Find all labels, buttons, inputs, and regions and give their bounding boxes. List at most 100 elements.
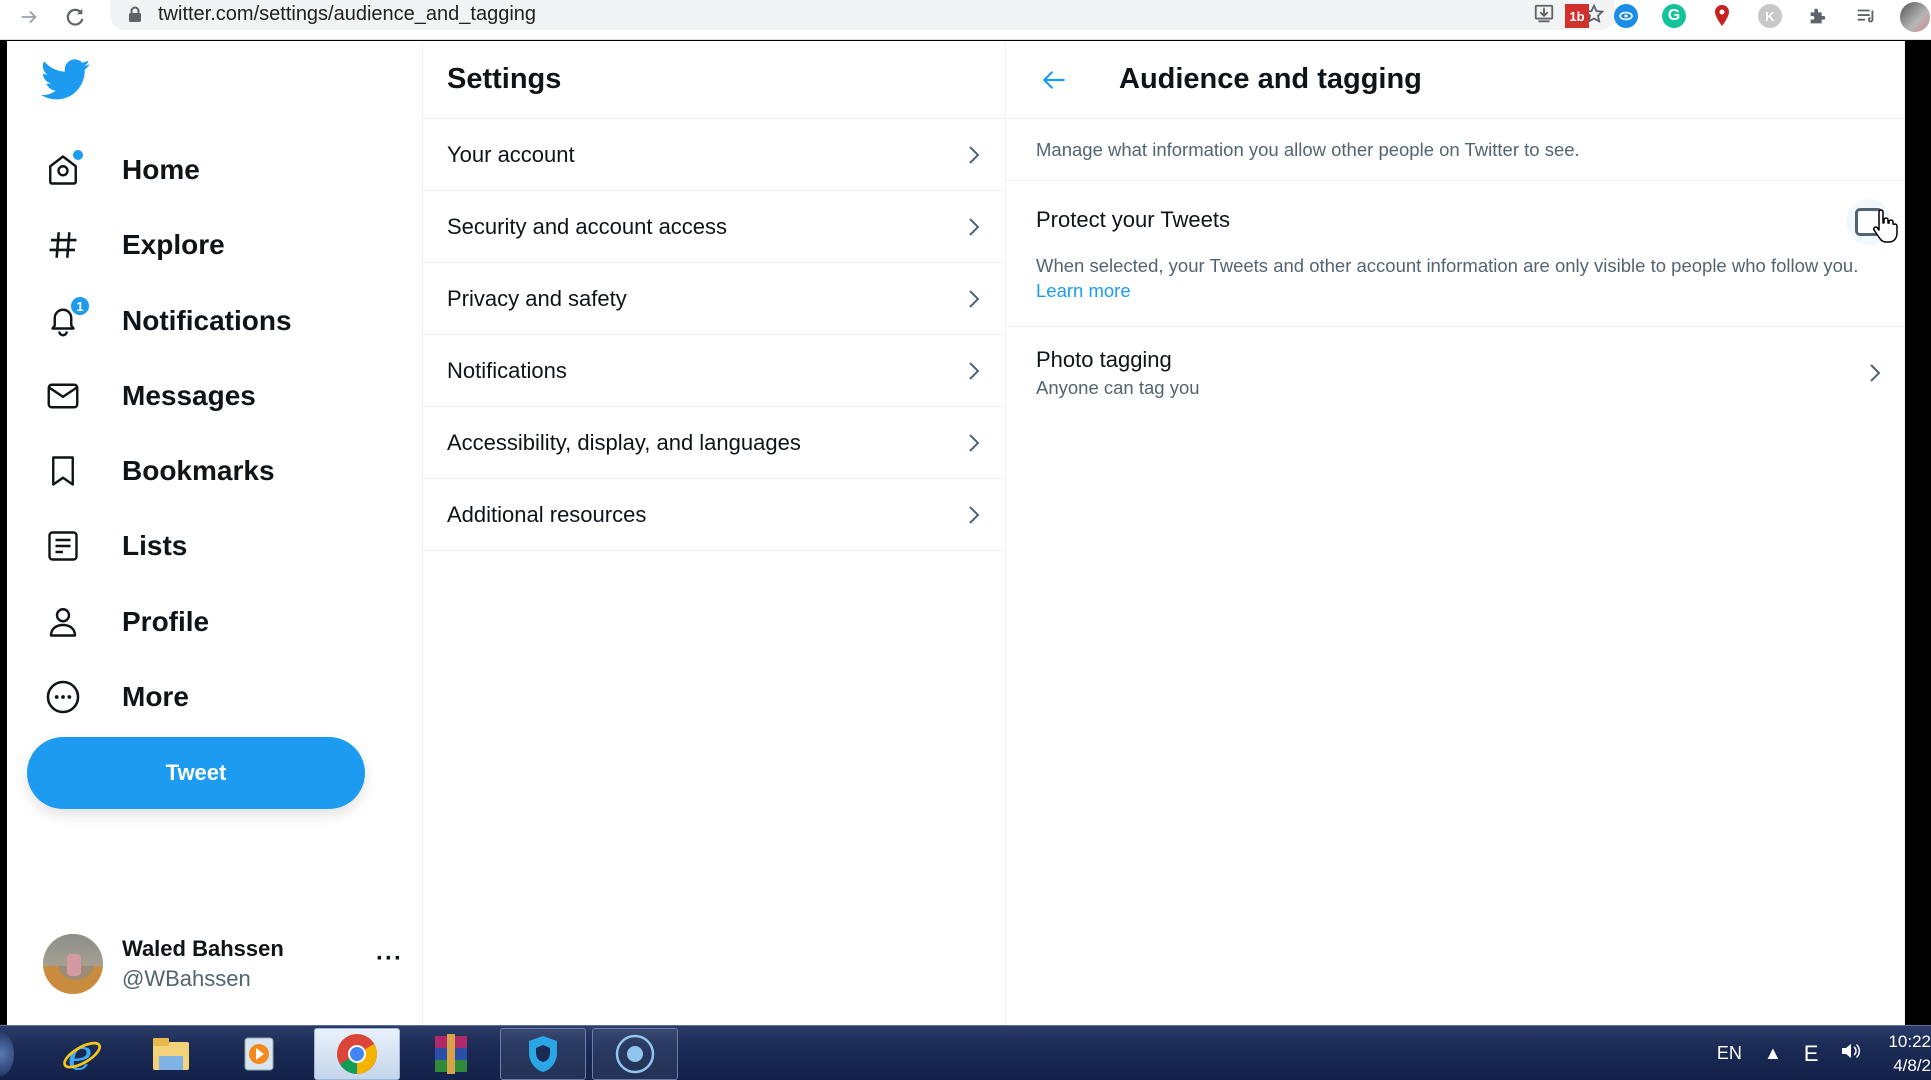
chevron-right-icon <box>969 145 980 164</box>
photo-tagging-title: Photo tagging <box>1036 347 1172 372</box>
settings-list: Your account Security and account access P… <box>423 119 1005 551</box>
grammarly-icon[interactable]: G <box>1662 4 1686 28</box>
primary-navigation: Home Explore 1 Notifications Messages Bo… <box>7 41 422 1025</box>
windows-taskbar: e EN ▲ E 10:22 4/8/2 <box>0 1025 1931 1080</box>
chevron-right-icon <box>1870 364 1881 382</box>
nav-more-label: More <box>122 681 189 712</box>
address-bar[interactable]: twitter.com/settings/audience_and_taggin… <box>110 0 1615 30</box>
page-title: Audience and tagging <box>1119 63 1422 95</box>
nav-profile[interactable]: Profile <box>41 592 209 652</box>
maps-pin-icon[interactable] <box>1710 4 1734 28</box>
chevron-right-icon <box>969 289 980 308</box>
settings-item-label: Security and account access <box>447 213 728 239</box>
back-button[interactable] <box>1034 60 1074 100</box>
clock-time: 10:22 <box>1888 1031 1931 1051</box>
twitter-logo-icon[interactable] <box>41 59 91 101</box>
profile-avatar-icon[interactable] <box>1900 2 1930 32</box>
lock-icon <box>129 6 141 22</box>
settings-item[interactable]: Privacy and safety <box>423 263 1005 335</box>
protect-tweets-description: When selected, your Tweets and other acc… <box>1036 253 1876 303</box>
person-icon <box>41 600 85 644</box>
puzzle-glyph-icon <box>1810 8 1826 24</box>
settings-item[interactable]: Notifications <box>423 335 1005 407</box>
photo-tagging-setting[interactable]: Photo tagging Anyone can tag you <box>1006 327 1904 419</box>
protect-tweets-title: Protect your Tweets <box>1036 207 1231 232</box>
settings-title: Settings <box>447 63 562 95</box>
nav-home[interactable]: Home <box>41 140 200 200</box>
hand-cursor-icon <box>1873 209 1898 243</box>
show-hidden-icons[interactable]: ▲ <box>1764 1043 1782 1064</box>
system-tray: EN ▲ E 10:22 4/8/2 <box>1695 1026 1931 1080</box>
chevron-right-icon <box>969 433 980 452</box>
taskbar-vpn[interactable] <box>500 1028 586 1080</box>
start-button[interactable] <box>0 1032 14 1076</box>
browser-toolbar: twitter.com/settings/audience_and_taggin… <box>0 0 1931 40</box>
nav-lists[interactable]: Lists <box>41 516 187 576</box>
bell-icon: 1 <box>41 295 91 343</box>
account-switcher[interactable]: Waled Bahssen @WBahssen ··· <box>43 929 403 999</box>
nav-home-label: Home <box>122 154 200 185</box>
taskbar-chrome[interactable] <box>314 1028 400 1080</box>
nav-bookmarks[interactable]: Bookmarks <box>41 441 275 501</box>
extension-blue-icon[interactable] <box>1614 4 1638 28</box>
vpn-shield-icon <box>529 1036 557 1072</box>
forward-button[interactable] <box>14 2 44 32</box>
tweet-button[interactable]: Tweet <box>27 737 365 809</box>
settings-item-label: Your account <box>447 141 575 167</box>
clock[interactable]: 10:22 4/8/2 <box>1888 1030 1931 1078</box>
nav-messages[interactable]: Messages <box>41 366 256 426</box>
settings-item-label: Accessibility, display, and languages <box>447 429 801 455</box>
extension-1b-icon[interactable]: 1b <box>1565 4 1589 28</box>
avatar <box>43 934 103 994</box>
hashtag-icon <box>41 223 85 267</box>
reload-button[interactable] <box>60 2 90 32</box>
settings-item-label: Privacy and safety <box>447 285 627 311</box>
chrome-icon <box>337 1034 377 1074</box>
forward-icon <box>21 10 37 24</box>
settings-item[interactable]: Security and account access <box>423 191 1005 263</box>
puzzle-icon[interactable] <box>1806 4 1830 28</box>
taskbar-circle-app[interactable] <box>592 1028 678 1080</box>
account-more-icon[interactable]: ··· <box>376 945 403 973</box>
protect-tweets-setting[interactable]: Protect your Tweets When selected, your … <box>1006 181 1904 327</box>
protect-desc-text: When selected, your Tweets and other acc… <box>1036 255 1859 276</box>
media-player-icon <box>244 1037 274 1071</box>
circle-app-icon <box>615 1034 655 1074</box>
taskbar-internet-explorer[interactable]: e <box>38 1028 124 1080</box>
list-icon <box>41 524 85 568</box>
reload-icon <box>66 8 84 26</box>
settings-item-label: Additional resources <box>447 501 647 527</box>
tray-e-icon[interactable]: E <box>1804 1041 1819 1067</box>
url-text[interactable]: twitter.com/settings/audience_and_taggin… <box>158 3 536 26</box>
account-name: Waled Bahssen <box>122 936 284 961</box>
more-circle-icon <box>41 675 85 719</box>
media-queue-icon[interactable] <box>1854 4 1878 28</box>
detail-header: Audience and tagging <box>1006 41 1904 119</box>
nav-more[interactable]: More <box>41 667 189 727</box>
settings-item-label: Notifications <box>447 357 567 383</box>
install-icon[interactable] <box>1533 3 1555 25</box>
learn-more-link[interactable]: Learn more <box>1036 280 1131 301</box>
detail-intro: Manage what information you allow other … <box>1006 119 1904 181</box>
nav-explore[interactable]: Explore <box>41 215 225 275</box>
eye-glyph-icon <box>1619 11 1633 21</box>
nav-notifications[interactable]: 1 Notifications <box>41 291 292 351</box>
k-extension-icon[interactable]: K <box>1758 4 1782 28</box>
settings-item[interactable]: Accessibility, display, and languages <box>423 407 1005 479</box>
nav-lists-label: Lists <box>122 530 188 561</box>
taskbar-winrar[interactable] <box>408 1028 494 1080</box>
language-indicator[interactable]: EN <box>1717 1043 1742 1064</box>
settings-item[interactable]: Additional resources <box>423 479 1005 551</box>
nav-bookmarks-label: Bookmarks <box>122 455 275 486</box>
photo-tagging-text: Photo tagging Anyone can tag you <box>1036 347 1200 399</box>
pin-glyph-icon <box>1715 5 1729 26</box>
settings-item[interactable]: Your account <box>423 119 1005 191</box>
taskbar-media-player[interactable] <box>216 1028 302 1080</box>
nav-profile-label: Profile <box>122 606 210 637</box>
nav-explore-label: Explore <box>122 229 225 260</box>
volume-icon[interactable] <box>1840 1041 1862 1066</box>
envelope-icon <box>41 374 85 418</box>
chevron-right-icon <box>969 505 980 524</box>
taskbar-file-explorer[interactable] <box>128 1028 214 1080</box>
nav-messages-label: Messages <box>122 380 256 411</box>
